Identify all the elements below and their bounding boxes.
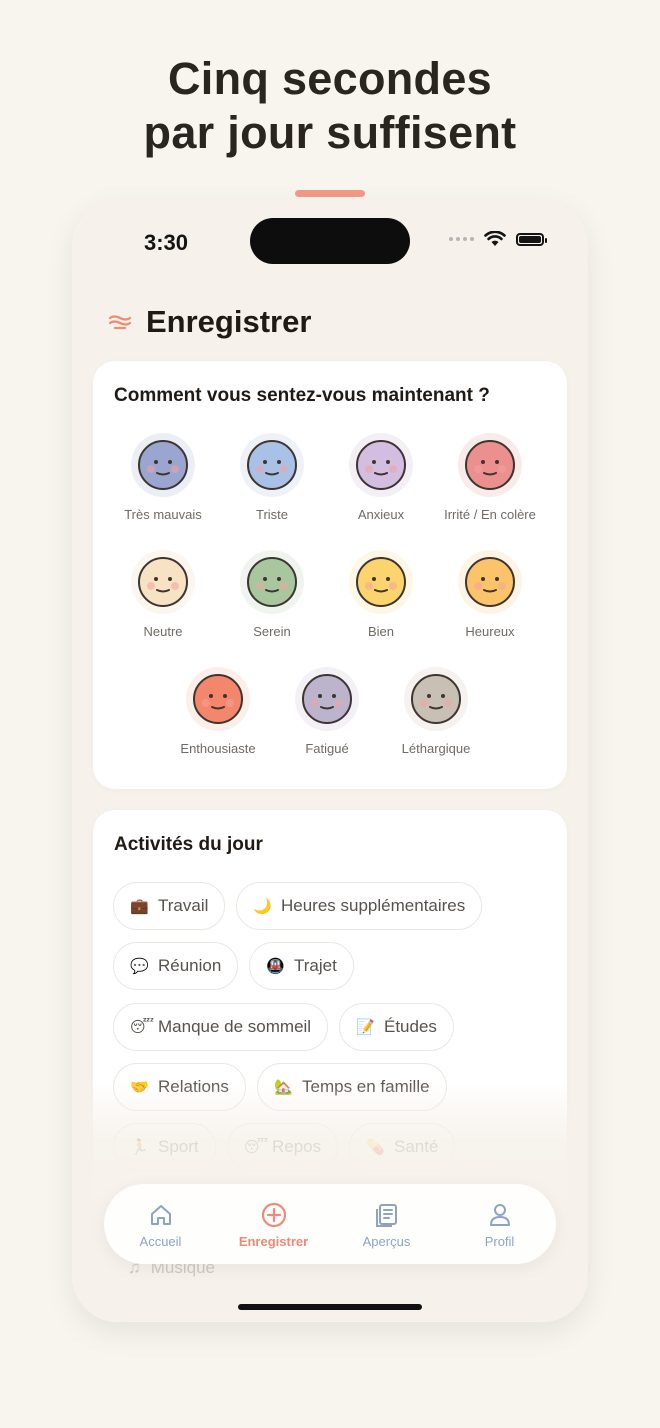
mood-face-halo (404, 667, 468, 731)
mood-face-icon (193, 674, 243, 724)
mood-option[interactable]: Irrité / En colère (440, 433, 540, 523)
activity-chip[interactable]: 😴 Manque de sommeil (113, 1003, 329, 1051)
mood-face-halo (295, 667, 359, 731)
activity-chip[interactable]: 💼 Travail (113, 882, 226, 930)
add-circle-icon (261, 1202, 286, 1227)
activity-chip[interactable]: 🚇 Trajet (249, 942, 354, 990)
mood-option[interactable]: Léthargique (386, 667, 486, 757)
mood-option[interactable]: Fatigué (277, 667, 377, 757)
mood-face-halo (131, 550, 195, 614)
activity-icon: 💼 (130, 898, 149, 915)
mood-label: Bien (367, 624, 395, 639)
activity-label: Études (384, 1017, 437, 1036)
mood-face-icon (247, 440, 297, 490)
mood-face-icon (138, 557, 188, 607)
profile-icon (489, 1203, 510, 1226)
tab-enregistrer-label: Enregistrer (238, 1233, 309, 1249)
tab-accueil-label: Accueil (139, 1233, 182, 1249)
mood-face-icon (465, 440, 515, 490)
battery-icon (516, 232, 547, 246)
mood-option[interactable]: Bien (331, 550, 431, 640)
activity-chip[interactable]: 📝 Études (339, 1003, 454, 1051)
mood-option[interactable]: Très mauvais (113, 433, 213, 523)
activity-label: Travail (158, 896, 209, 915)
activities-title: Activités du jour (114, 834, 263, 855)
wind-lines-icon (108, 315, 132, 330)
mood-face-icon (138, 440, 188, 490)
mood-face-halo (458, 433, 522, 497)
mood-face-halo (458, 550, 522, 614)
mood-label: Très mauvais (124, 507, 202, 522)
mood-option[interactable]: Serein (222, 550, 322, 640)
mood-face-icon (411, 674, 461, 724)
status-time: 3:30 (144, 230, 189, 255)
page-header: Enregistrer (108, 304, 311, 340)
mood-face-icon (302, 674, 352, 724)
page-title: Enregistrer (146, 304, 312, 339)
activity-icon: 🌙 (253, 898, 272, 915)
mood-label: Anxieux (357, 507, 405, 522)
wifi-icon (484, 231, 506, 246)
tab-apercus[interactable]: Aperçus (337, 1200, 437, 1249)
activity-label: Trajet (294, 956, 337, 975)
mood-label: Fatigué (305, 741, 349, 756)
mood-label: Triste (255, 507, 289, 522)
accent-bar (295, 190, 365, 197)
mood-card: Comment vous sentez-vous maintenant ? Tr… (93, 361, 567, 789)
status-icons (449, 231, 547, 247)
mood-face-halo (131, 433, 195, 497)
mood-option[interactable]: Neutre (113, 550, 213, 640)
mood-label: Enthousiaste (180, 741, 256, 756)
tab-apercus-label: Aperçus (362, 1233, 411, 1249)
mood-face-icon (356, 440, 406, 490)
activity-chip[interactable]: 💬 Réunion (113, 942, 239, 990)
mood-option[interactable]: Anxieux (331, 433, 431, 523)
signal-icon (449, 237, 474, 241)
mood-face-icon (356, 557, 406, 607)
mood-question: Comment vous sentez-vous maintenant ? (114, 385, 490, 406)
mood-face-icon (247, 557, 297, 607)
mood-option[interactable]: Heureux (440, 550, 540, 640)
dynamic-island (250, 218, 410, 264)
mood-face-halo (240, 433, 304, 497)
activity-label: Réunion (158, 956, 222, 975)
tab-accueil[interactable]: Accueil (111, 1200, 211, 1249)
mood-face-halo (349, 433, 413, 497)
activity-label: Heures supplémentaires (281, 896, 466, 915)
headline-line-2: par jour suffisent (143, 107, 517, 158)
tab-profil[interactable]: Profil (450, 1200, 550, 1249)
mood-option[interactable]: Triste (222, 433, 322, 523)
mood-face-icon (465, 557, 515, 607)
mood-face-halo (186, 667, 250, 731)
home-indicator (238, 1304, 422, 1310)
mood-label: Heureux (465, 624, 515, 639)
headline-line-1: Cinq secondes (168, 53, 492, 104)
activity-icon: 💬 (130, 958, 149, 975)
tab-bar: Accueil Enregistrer Aperçus Profil (104, 1184, 556, 1264)
mood-option[interactable]: Enthousiaste (168, 667, 268, 757)
mood-face-halo (240, 550, 304, 614)
tab-profil-label: Profil (484, 1233, 515, 1249)
activity-icon: 😴 (130, 1019, 155, 1036)
activity-chip[interactable]: 🌙 Heures supplémentaires (236, 882, 483, 930)
mood-label: Irrité / En colère (444, 507, 536, 522)
insights-icon (375, 1203, 397, 1227)
activity-label: Manque de sommeil (158, 1017, 312, 1036)
tab-enregistrer[interactable]: Enregistrer (224, 1200, 324, 1249)
activity-icon: 🚇 (266, 958, 285, 975)
headline: Cinq secondes par jour suffisent (0, 52, 660, 160)
activity-icon: 📝 (356, 1019, 375, 1036)
mood-face-halo (349, 550, 413, 614)
mood-label: Serein (253, 624, 291, 639)
phone-frame: 3:30 Enregistrer Comment vous sentez-vou… (72, 200, 588, 1322)
mood-label: Léthargique (401, 741, 471, 756)
mood-label: Neutre (143, 624, 183, 639)
home-icon (150, 1204, 171, 1225)
